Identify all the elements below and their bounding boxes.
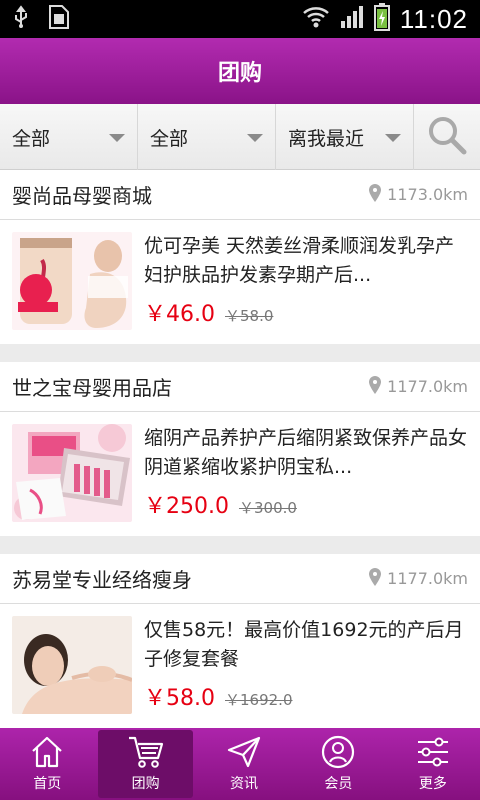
filter-area-label: 全部 (150, 127, 189, 150)
shop-card: 苏易堂专业经络瘦身 1177.0km 仅售58元！最高价值1692元的产后月子修… (0, 554, 480, 728)
location-pin-icon (369, 375, 382, 398)
deal-title: 仅售58元！最高价值1692元的产后月子修复套餐 (144, 619, 464, 670)
tab-more[interactable]: 更多 (386, 728, 480, 800)
home-icon (29, 735, 65, 769)
deal-title: 缩阴产品养护产后缩阴紧致保养产品女阴道紧缩收紧护阴宝私... (144, 427, 468, 478)
search-icon (427, 115, 467, 159)
search-button[interactable] (414, 104, 480, 169)
send-icon (226, 735, 262, 769)
shop-name: 世之宝母婴用品店 (12, 376, 172, 400)
original-price: ￥1692.0 (225, 691, 293, 709)
shop-distance: 1177.0km (369, 375, 468, 398)
signal-icon (340, 5, 364, 33)
shop-header[interactable]: 苏易堂专业经络瘦身 1177.0km (0, 554, 480, 604)
usb-icon (12, 5, 30, 33)
chevron-down-icon (109, 134, 125, 142)
bottom-tab-bar: 首页 团购 资讯 会员 更多 (0, 728, 480, 800)
shop-name: 苏易堂专业经络瘦身 (12, 568, 192, 592)
deal-item[interactable]: 缩阴产品养护产后缩阴紧致保养产品女阴道紧缩收紧护阴宝私... ￥250.0 ￥3… (0, 412, 480, 536)
product-image (12, 616, 132, 714)
status-bar: 11:02 (0, 0, 480, 38)
filter-bar: 全部 全部 离我最近 (0, 104, 480, 170)
distance-text: 1173.0km (387, 185, 468, 204)
page-title: 团购 (217, 61, 262, 86)
shop-header[interactable]: 世之宝母婴用品店 1177.0km (0, 362, 480, 412)
shop-distance: 1177.0km (369, 567, 468, 590)
chevron-down-icon (247, 134, 263, 142)
filter-category-label: 全部 (12, 127, 51, 150)
filter-category-dropdown[interactable]: 全部 (0, 104, 138, 170)
clock-text: 11:02 (399, 3, 468, 34)
sim-icon (48, 4, 70, 34)
deal-item[interactable]: 仅售58元！最高价值1692元的产后月子修复套餐 ￥58.0 ￥1692.0 (0, 604, 480, 728)
tab-more-label: 更多 (418, 776, 447, 792)
shop-header[interactable]: 婴尚品母婴商城 1173.0km (0, 170, 480, 220)
member-icon (320, 735, 356, 769)
deal-price: ￥58.0 (144, 686, 215, 711)
deal-list[interactable]: 婴尚品母婴商城 1173.0km 优可孕美 天然姜丝滑柔顺润发乳孕产妇护肤品护发… (0, 170, 480, 728)
filter-area-dropdown[interactable]: 全部 (138, 104, 276, 170)
product-image (12, 424, 132, 522)
tab-home-label: 首页 (33, 776, 62, 792)
filter-sort-label: 离我最近 (288, 127, 365, 150)
section-divider (0, 344, 480, 362)
filter-sort-dropdown[interactable]: 离我最近 (276, 104, 414, 170)
cart-icon (127, 735, 165, 769)
shop-card: 婴尚品母婴商城 1173.0km 优可孕美 天然姜丝滑柔顺润发乳孕产妇护肤品护发… (0, 170, 480, 344)
tab-group-buy[interactable]: 团购 (98, 730, 193, 798)
chevron-down-icon (385, 134, 401, 142)
shop-name: 婴尚品母婴商城 (12, 184, 152, 208)
wifi-icon (302, 5, 330, 33)
title-bar: 团购 (0, 38, 480, 104)
original-price: ￥58.0 (225, 307, 274, 325)
deal-item[interactable]: 优可孕美 天然姜丝滑柔顺润发乳孕产妇护肤品护发素孕期产后... ￥46.0 ￥5… (0, 220, 480, 344)
tab-home[interactable]: 首页 (0, 728, 94, 800)
product-image (12, 232, 132, 330)
tab-news-label: 资讯 (230, 776, 259, 792)
tab-member-label: 会员 (324, 776, 353, 792)
shop-distance: 1173.0km (369, 183, 468, 206)
distance-text: 1177.0km (387, 569, 468, 588)
distance-text: 1177.0km (387, 377, 468, 396)
location-pin-icon (369, 567, 382, 590)
deal-price: ￥46.0 (144, 302, 215, 327)
deal-title: 优可孕美 天然姜丝滑柔顺润发乳孕产妇护肤品护发素孕期产后... (144, 235, 455, 286)
tab-member[interactable]: 会员 (291, 728, 385, 800)
original-price: ￥300.0 (238, 499, 297, 517)
deal-price: ￥250.0 (144, 494, 229, 519)
location-pin-icon (369, 183, 382, 206)
tab-news[interactable]: 资讯 (197, 728, 291, 800)
section-divider (0, 536, 480, 554)
settings-sliders-icon (415, 735, 451, 769)
tab-group-buy-label: 团购 (131, 776, 160, 792)
battery-icon (373, 3, 390, 35)
shop-card: 世之宝母婴用品店 1177.0km 缩阴产品养护产后缩阴紧致保养产品女阴道紧缩收… (0, 362, 480, 536)
